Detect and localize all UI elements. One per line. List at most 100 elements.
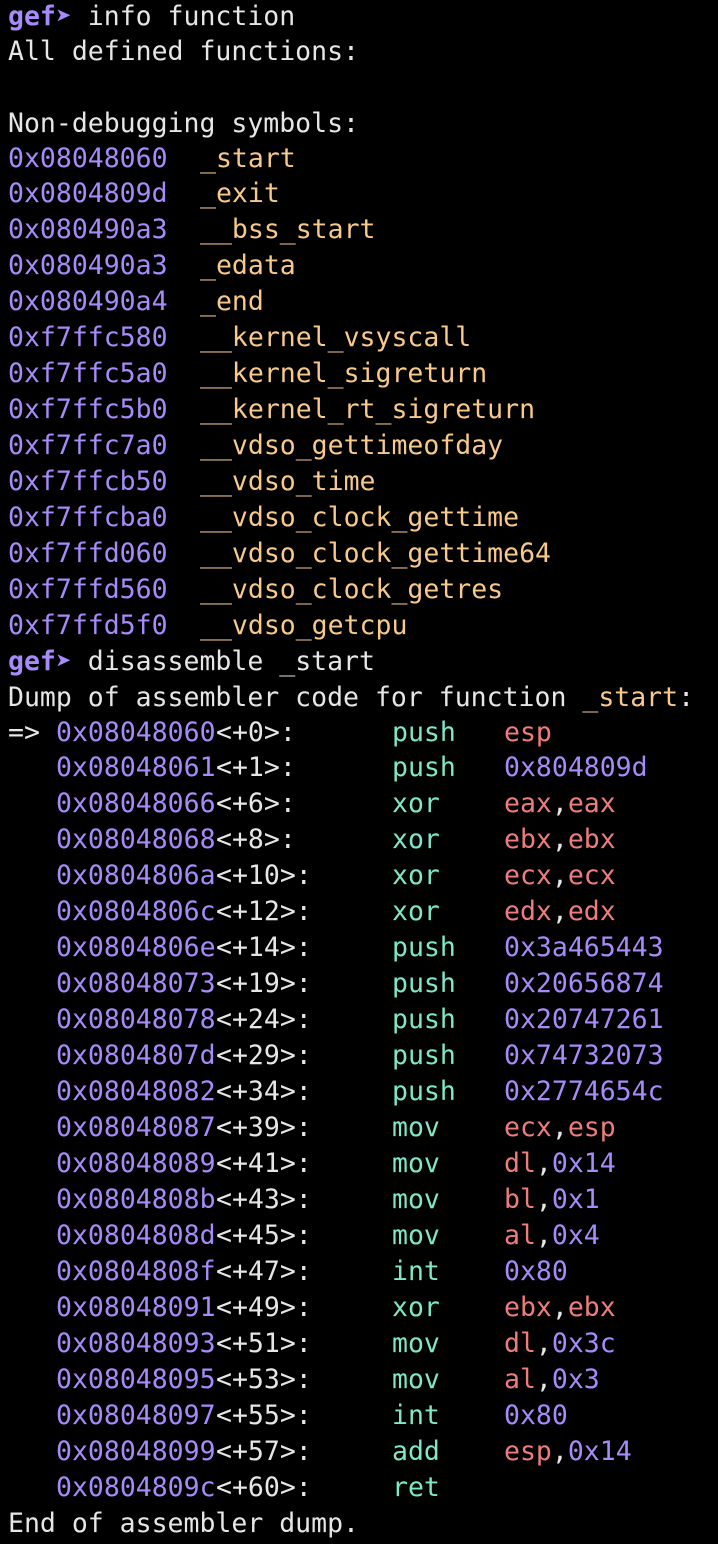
command-text: info function <box>71 1 296 32</box>
symbol-address: 0xf7ffd060 <box>8 538 168 569</box>
symbol-row: 0xf7ffcb50 __vdso_time <box>8 464 718 500</box>
symbol-row: 0x080490a4 _end <box>8 284 718 320</box>
instruction-operands: esp <box>504 716 552 750</box>
operand-immediate: 0x14 <box>567 1436 632 1467</box>
operand-immediate: 0x3c <box>551 1328 616 1359</box>
instruction-offset: <+45>: <box>216 1220 312 1251</box>
disassembly-list: => 0x08048060<+0>: push esp 0x08048061<+1>: p… <box>8 716 718 1506</box>
instruction-mnemonic: mov <box>392 1220 440 1251</box>
prompt-line-disassemble: gef➤ disassemble _start <box>8 644 718 680</box>
disasm-row: 0x08048068<+8>: xor ebx,ebx <box>8 822 718 858</box>
symbol-name: _end <box>200 286 264 317</box>
disasm-row: 0x0804808b<+43>: mov bl,0x1 <box>8 1182 718 1218</box>
instruction-offset: <+34>: <box>216 1076 312 1107</box>
symbol-address: 0xf7ffd560 <box>8 574 168 605</box>
instruction-address: 0x0804808d <box>56 1220 216 1251</box>
operand-separator: , <box>535 1148 552 1179</box>
instruction-mnemonic: ret <box>392 1472 440 1503</box>
instruction-address: 0x08048099 <box>56 1436 216 1467</box>
disasm-row: 0x08048091<+49>: xor ebx,ebx <box>8 1290 718 1326</box>
instruction-address: 0x0804806c <box>56 896 216 927</box>
instruction-mnemonic: push <box>392 752 456 783</box>
instruction-address: 0x08048095 <box>56 1364 216 1395</box>
symbol-row: 0xf7ffd060 __vdso_clock_gettime64 <box>8 536 718 572</box>
terminal-window[interactable]: gef➤ info function All defined functions… <box>0 0 718 1544</box>
symbol-address: 0x080490a3 <box>8 250 168 281</box>
symbol-row: 0xf7ffd560 __vdso_clock_getres <box>8 572 718 608</box>
instruction-address: 0x08048087 <box>56 1112 216 1143</box>
operand-immediate: 0x1 <box>551 1184 600 1215</box>
disasm-row: 0x0804809c<+60>: ret <box>8 1470 718 1506</box>
symbol-name: _exit <box>200 178 280 209</box>
instruction-offset: <+53>: <box>216 1364 312 1395</box>
instruction-address: 0x08048093 <box>56 1328 216 1359</box>
symbol-address: 0xf7ffcb50 <box>8 466 168 497</box>
operand-separator: , <box>535 1220 552 1251</box>
instruction-operands: eax,eax <box>504 786 616 822</box>
instruction-offset: <+57>: <box>216 1436 312 1467</box>
operand-register: esp <box>567 1112 616 1143</box>
instruction-offset: <+39>: <box>216 1112 312 1143</box>
operand-register: dl <box>504 1328 536 1359</box>
symbol-address: 0xf7ffc580 <box>8 322 168 353</box>
instruction-operands: ecx,esp <box>504 1110 616 1146</box>
symbol-name: __vdso_getcpu <box>200 610 408 641</box>
instruction-mnemonic: mov <box>392 1364 440 1395</box>
disasm-row: 0x08048066<+6>: xor eax,eax <box>8 786 718 822</box>
instruction-offset: <+51>: <box>216 1328 312 1359</box>
instruction-address: 0x08048091 <box>56 1292 216 1323</box>
symbol-name: __kernel_sigreturn <box>200 358 488 389</box>
instruction-offset: <+55>: <box>216 1400 312 1431</box>
symbol-name: _start <box>200 143 296 174</box>
symbol-name: __vdso_clock_gettime <box>200 502 520 533</box>
symbol-address: 0x08048060 <box>8 143 168 174</box>
operand-register: esp <box>504 1436 552 1467</box>
symbol-name: __vdso_clock_gettime64 <box>200 538 551 569</box>
disasm-row: 0x08048082<+34>: push 0x2774654c <box>8 1074 718 1110</box>
instruction-address: 0x0804806e <box>56 932 216 963</box>
disasm-row: 0x0804808f<+47>: int 0x80 <box>8 1254 718 1290</box>
instruction-address: 0x08048097 <box>56 1400 216 1431</box>
symbol-name: __bss_start <box>200 214 376 245</box>
symbol-address: 0x0804809d <box>8 178 168 209</box>
instruction-address: 0x08048082 <box>56 1076 216 1107</box>
operand-immediate: 0x804809d <box>504 752 648 783</box>
operand-immediate: 0x14 <box>551 1148 616 1179</box>
info-header: All defined functions: <box>8 36 359 67</box>
operand-immediate: 0x2774654c <box>504 1076 664 1107</box>
operand-register: esp <box>504 717 552 748</box>
symbol-name: __vdso_clock_getres <box>200 574 504 605</box>
instruction-operands: al,0x4 <box>504 1218 600 1254</box>
disasm-header-function: _start <box>582 682 679 713</box>
instruction-operands: 0x74732073 <box>504 1038 664 1074</box>
instruction-offset: <+43>: <box>216 1184 312 1215</box>
operand-register: bl <box>504 1184 536 1215</box>
instruction-offset: <+14>: <box>216 932 312 963</box>
instruction-operands: 0x2774654c <box>504 1074 664 1110</box>
symbol-row: 0x08048060 _start <box>8 142 718 176</box>
disasm-row: 0x0804806a<+10>: xor ecx,ecx <box>8 858 718 894</box>
instruction-operands: edx,edx <box>504 894 616 930</box>
symbol-row: 0xf7ffc5a0 __kernel_sigreturn <box>8 356 718 392</box>
instruction-offset: <+41>: <box>216 1148 312 1179</box>
disasm-row: => 0x08048060<+0>: push esp <box>8 716 718 750</box>
operand-register: al <box>504 1364 536 1395</box>
instruction-address: 0x0804808b <box>56 1184 216 1215</box>
instruction-mnemonic: xor <box>392 1292 440 1323</box>
instruction-mnemonic: int <box>392 1256 440 1287</box>
instruction-address: 0x0804807d <box>56 1040 216 1071</box>
operand-register: ebx <box>504 824 552 855</box>
operand-immediate: 0x20656874 <box>504 968 664 999</box>
instruction-operands: al,0x3 <box>504 1362 600 1398</box>
symbol-address: 0xf7ffc5b0 <box>8 394 168 425</box>
instruction-address: 0x08048089 <box>56 1148 216 1179</box>
instruction-offset: <+24>: <box>216 1004 312 1035</box>
disasm-footer: End of assembler dump. <box>8 1508 359 1539</box>
instruction-operands: 0x80 <box>504 1254 568 1290</box>
symbol-address: 0xf7ffd5f0 <box>8 610 168 641</box>
instruction-mnemonic: push <box>392 1076 456 1107</box>
current-instruction-marker: => <box>8 717 40 748</box>
operand-register: ebx <box>567 1292 616 1323</box>
symbol-name: _edata <box>200 250 296 281</box>
instruction-address: 0x0804809c <box>56 1472 216 1503</box>
